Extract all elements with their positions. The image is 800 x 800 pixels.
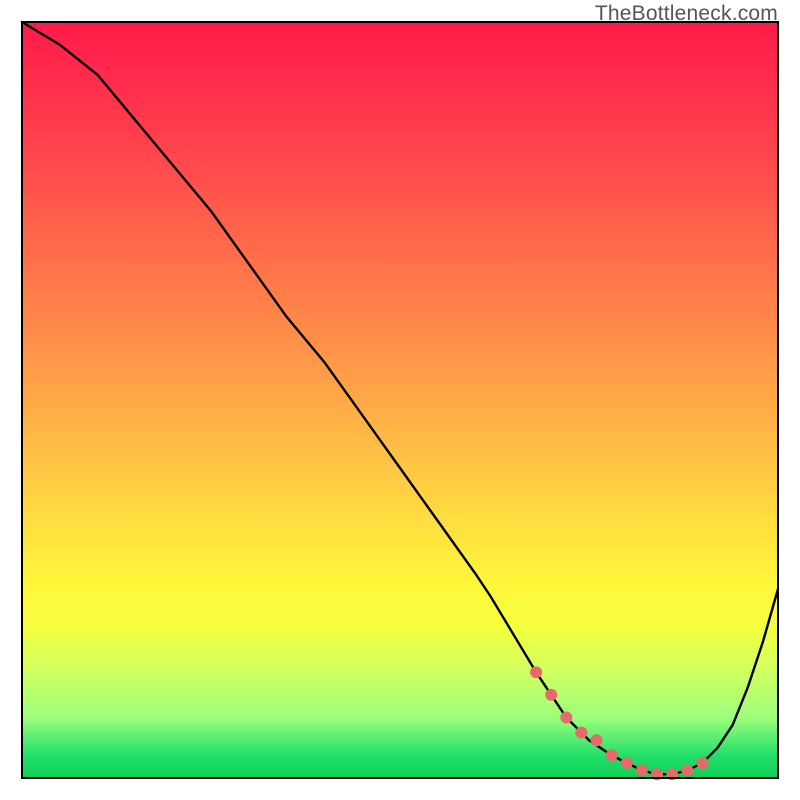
watermark: TheBottleneck.com: [595, 2, 778, 26]
chart-background-gradient: [22, 22, 778, 778]
chart-container: TheBottleneck.com: [0, 0, 800, 800]
